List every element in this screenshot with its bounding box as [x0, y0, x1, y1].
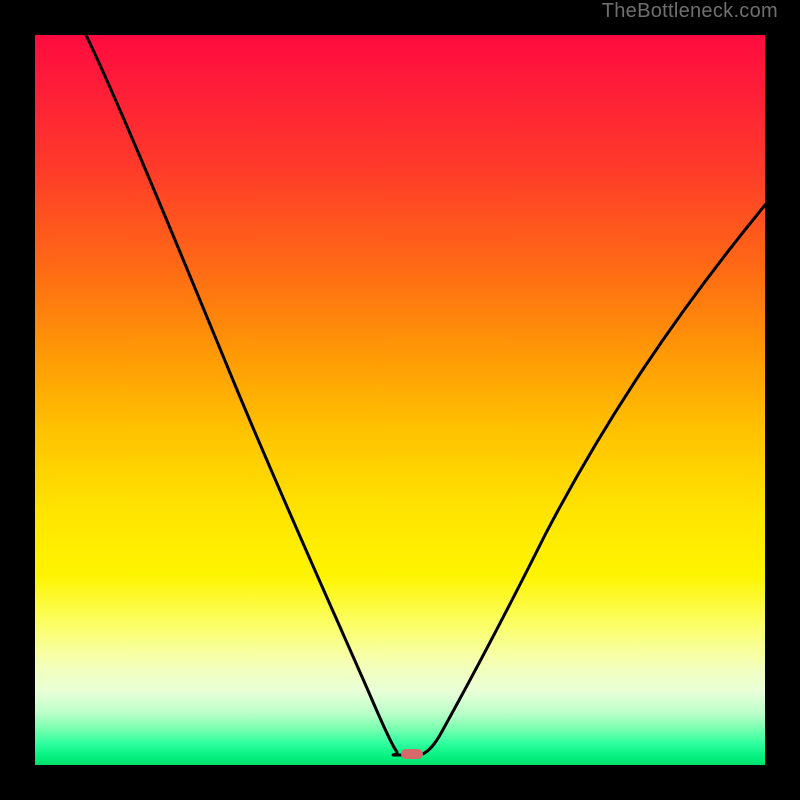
plot-area: [35, 35, 765, 765]
chart-frame: [20, 20, 780, 780]
optimal-marker: [401, 749, 423, 759]
curve-layer: [35, 35, 765, 765]
bottleneck-curve-line: [86, 35, 765, 755]
